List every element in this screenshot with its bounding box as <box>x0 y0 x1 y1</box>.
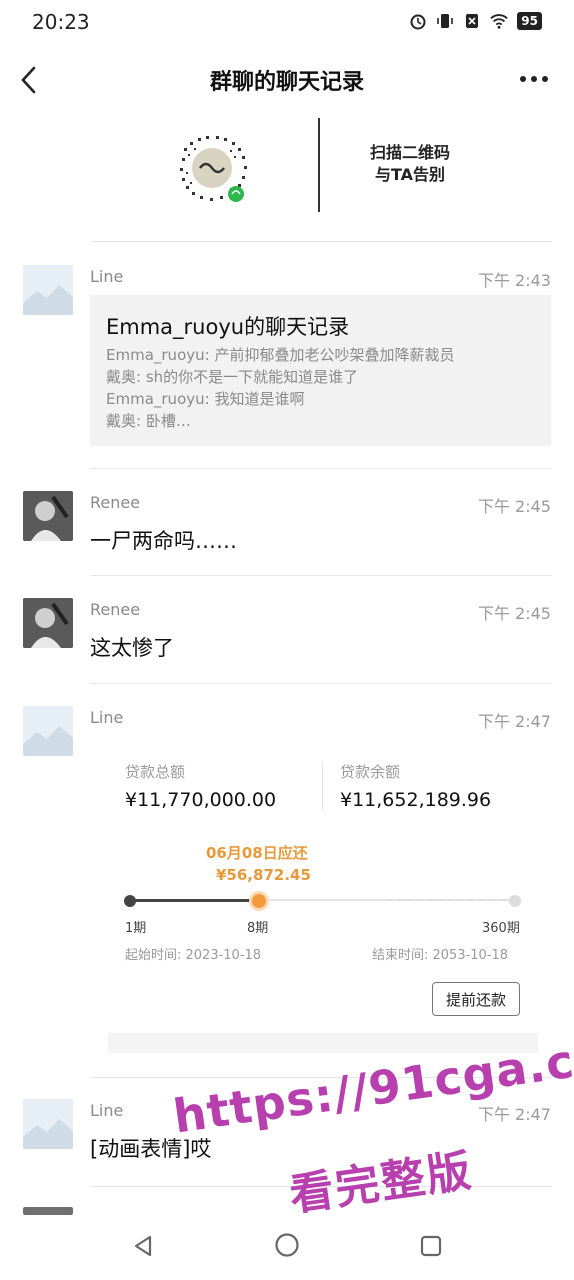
page-title: 群聊的聊天记录 <box>209 70 364 95</box>
divider <box>90 683 552 684</box>
more-menu-icon[interactable] <box>518 70 550 88</box>
due-date-label: 06月08日应还 <box>206 844 308 862</box>
term-current-label: 8期 <box>247 921 269 936</box>
landscape-avatar-icon <box>23 265 73 315</box>
sender-name: Line <box>90 1101 124 1120</box>
loan-remaining-label: 贷款余额 <box>340 763 401 781</box>
divider <box>90 575 552 576</box>
divider <box>90 468 552 469</box>
avatar[interactable] <box>23 598 73 648</box>
chat-record-line: Emma_ruoyu: 产前抑郁叠加老公吵架叠加降薪裁员 <box>106 346 455 364</box>
photo-avatar-icon <box>23 598 73 648</box>
alarm-icon <box>410 14 426 30</box>
message-time: 下午 2:45 <box>477 497 551 516</box>
sender-name: Renee <box>90 493 141 512</box>
message-time: 下午 2:47 <box>477 1105 551 1124</box>
prepay-button[interactable]: 提前还款 <box>432 982 520 1016</box>
due-amount: ¥56,872.45 <box>216 866 311 884</box>
chat-record-title: Emma_ruoyu的聊天记录 <box>106 315 350 339</box>
message-text: 一尸两命吗…… <box>90 529 237 553</box>
sender-name: Line <box>90 267 124 286</box>
repayment-progress-fill <box>130 899 259 902</box>
term-start-label: 1期 <box>125 921 147 936</box>
nav-back-icon[interactable] <box>132 1234 154 1258</box>
qr-caption-line1: 扫描二维码 <box>369 143 450 162</box>
message-time: 下午 2:45 <box>477 604 551 623</box>
status-time: 20:23 <box>32 10 90 34</box>
loan-remaining-amount: ¥11,652,189.96 <box>340 789 492 811</box>
start-date: 起始时间: 2023-10-18 <box>125 948 262 963</box>
repayment-progress-remaining <box>387 899 515 901</box>
message-time: 下午 2:47 <box>477 712 551 731</box>
nav-home-icon[interactable] <box>274 1232 300 1258</box>
chat-record-line: Emma_ruoyu: 我知道是谁啊 <box>106 390 305 408</box>
avatar[interactable] <box>23 265 73 315</box>
loan-total-label: 贷款总额 <box>125 763 186 781</box>
vibrate-icon <box>437 14 454 28</box>
avatar[interactable] <box>23 1207 73 1215</box>
banner-divider <box>318 118 320 212</box>
chat-record-line: 戴奥: 卧槽… <box>106 412 191 430</box>
message-text: 这太惨了 <box>90 636 174 660</box>
qr-caption: 扫描二维码 与TA告别 <box>355 142 465 186</box>
sender-name: Line <box>90 708 124 727</box>
term-end-label: 360期 <box>482 921 520 936</box>
term-current-dot <box>252 894 266 908</box>
term-end-dot <box>509 895 521 907</box>
landscape-avatar-icon <box>23 1099 73 1149</box>
battery-indicator: 95 <box>517 12 542 30</box>
avatar[interactable] <box>23 491 73 541</box>
notification-icon <box>466 14 479 28</box>
divider <box>90 241 552 242</box>
landscape-avatar-icon <box>23 706 73 756</box>
watermark-caption: 看完整版 <box>286 1145 476 1222</box>
qr-code-image[interactable] <box>170 128 254 208</box>
sender-name: Renee <box>90 600 141 619</box>
loan-divider <box>322 762 323 810</box>
avatar[interactable] <box>23 1099 73 1149</box>
loan-total-amount: ¥11,770,000.00 <box>125 789 277 811</box>
term-start-dot <box>124 895 136 907</box>
status-icons: 95 <box>409 12 542 30</box>
end-date: 结束时间: 2053-10-18 <box>372 948 509 963</box>
avatar[interactable] <box>23 706 73 756</box>
nav-recent-apps-icon[interactable] <box>419 1234 443 1258</box>
photo-avatar-icon <box>23 491 73 541</box>
chat-record-line: 戴奥: sh的你不是一下就能知道是谁了 <box>106 368 359 386</box>
wifi-icon <box>490 14 509 29</box>
qr-caption-line2: 与TA告别 <box>374 165 446 184</box>
message-time: 下午 2:43 <box>477 271 551 290</box>
